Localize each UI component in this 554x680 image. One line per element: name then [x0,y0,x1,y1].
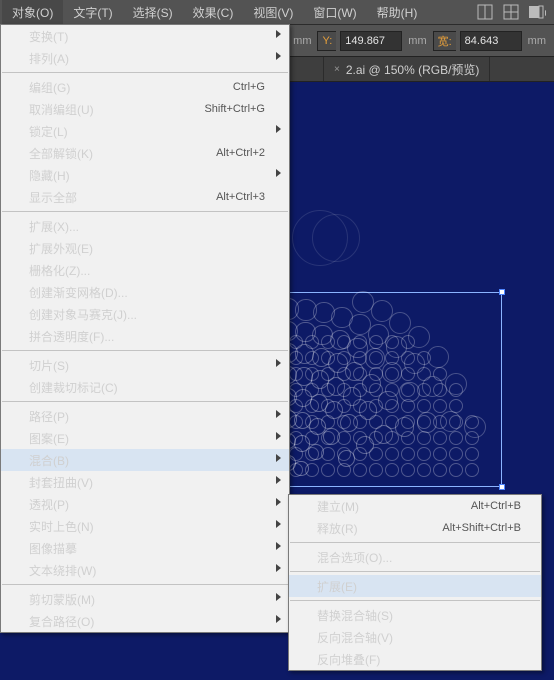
menu-hide[interactable]: 隐藏(H) [1,164,289,186]
menu-separator [290,571,540,572]
document-tab-2[interactable]: × 2.ai @ 150% (RGB/预览) [324,57,490,81]
submenu-expand[interactable]: 扩展(E) [289,575,541,597]
menu-image-trace[interactable]: 图像描摹 [1,537,289,559]
menu-ungroup[interactable]: 取消编组(U)Shift+Ctrl+G [1,98,289,120]
unit-label: mm [291,35,313,47]
submenu-arrow-icon [276,125,281,133]
tab-label: 2.ai @ 150% (RGB/预览) [346,61,480,78]
submenu-reverse-spine[interactable]: 反向混合轴(V) [289,626,541,648]
submenu-make[interactable]: 建立(M)Alt+Ctrl+B [289,495,541,517]
blend-submenu: 建立(M)Alt+Ctrl+B 释放(R)Alt+Shift+Ctrl+B 混合… [288,494,542,671]
menu-separator [2,401,288,402]
w-field: 宽: mm [433,31,548,51]
grid-icon[interactable] [502,3,520,21]
submenu-arrow-icon [276,30,281,38]
menu-clipping-mask[interactable]: 剪切蒙版(M) [1,588,289,610]
menubar-item-object[interactable]: 对象(O) [2,0,63,24]
submenu-arrow-icon [276,432,281,440]
menubar-item-window[interactable]: 窗口(W) [303,0,366,24]
submenu-arrow-icon [276,476,281,484]
submenu-arrow-icon [276,454,281,462]
menu-transform[interactable]: 变换(T) [1,25,289,47]
menu-separator [2,350,288,351]
submenu-options[interactable]: 混合选项(O)... [289,546,541,568]
submenu-arrow-icon [276,52,281,60]
menubar-item-view[interactable]: 视图(V) [243,0,303,24]
menu-separator [290,542,540,543]
menu-unlock-all[interactable]: 全部解锁(K)Alt+Ctrl+2 [1,142,289,164]
menu-live-paint[interactable]: 实时上色(N) [1,515,289,537]
submenu-arrow-icon [276,359,281,367]
submenu-arrow-icon [276,593,281,601]
menubar-right-icons [476,3,552,21]
menu-lock[interactable]: 锁定(L) [1,120,289,142]
menu-gradient-mesh[interactable]: 创建渐变网格(D)... [1,281,289,303]
submenu-release[interactable]: 释放(R)Alt+Shift+Ctrl+B [289,517,541,539]
submenu-replace-spine: 替换混合轴(S) [289,604,541,626]
close-tab-icon[interactable]: × [334,64,340,75]
menu-text-wrap[interactable]: 文本绕排(W) [1,559,289,581]
menu-envelope[interactable]: 封套扭曲(V) [1,471,289,493]
menu-compound-path[interactable]: 复合路径(O) [1,610,289,632]
menu-expand[interactable]: 扩展(X)... [1,215,289,237]
menu-slice[interactable]: 切片(S) [1,354,289,376]
menu-show-all: 显示全部Alt+Ctrl+3 [1,186,289,208]
submenu-reverse-front[interactable]: 反向堆叠(F) [289,648,541,670]
menubar-item-effect[interactable]: 效果(C) [183,0,244,24]
workspace-switch-icon[interactable] [528,3,546,21]
menu-separator [2,72,288,73]
menubar-item-help[interactable]: 帮助(H) [367,0,428,24]
submenu-arrow-icon [276,498,281,506]
w-label: 宽: [433,31,456,51]
menu-blend[interactable]: 混合(B) [1,449,289,471]
menu-flatten[interactable]: 拼合透明度(F)... [1,325,289,347]
menu-path[interactable]: 路径(P) [1,405,289,427]
submenu-arrow-icon [276,169,281,177]
menu-separator [290,600,540,601]
menubar: 对象(O) 文字(T) 选择(S) 效果(C) 视图(V) 窗口(W) 帮助(H… [0,0,554,24]
layout-icon[interactable] [476,3,494,21]
menu-perspective[interactable]: 透视(P) [1,493,289,515]
w-input[interactable] [460,31,522,51]
submenu-arrow-icon [276,615,281,623]
submenu-arrow-icon [276,564,281,572]
menu-rasterize[interactable]: 栅格化(Z)... [1,259,289,281]
object-menu: 变换(T) 排列(A) 编组(G)Ctrl+G 取消编组(U)Shift+Ctr… [0,24,290,633]
submenu-arrow-icon [276,410,281,418]
menu-separator [2,211,288,212]
menu-pattern[interactable]: 图案(E) [1,427,289,449]
menubar-item-select[interactable]: 选择(S) [123,0,183,24]
menu-separator [2,584,288,585]
submenu-arrow-icon [276,542,281,550]
unit-label: mm [526,35,548,47]
submenu-arrow-icon [276,520,281,528]
y-label: Y: [317,31,336,51]
menu-group[interactable]: 编组(G)Ctrl+G [1,76,289,98]
menu-expand-appearance: 扩展外观(E) [1,237,289,259]
menu-arrange[interactable]: 排列(A) [1,47,289,69]
y-input[interactable] [340,31,402,51]
menu-trim-marks[interactable]: 创建裁切标记(C) [1,376,289,398]
menubar-item-type[interactable]: 文字(T) [63,0,122,24]
y-field: Y: mm [317,31,428,51]
menu-mosaic[interactable]: 创建对象马赛克(J)... [1,303,289,325]
unit-label: mm [406,35,428,47]
